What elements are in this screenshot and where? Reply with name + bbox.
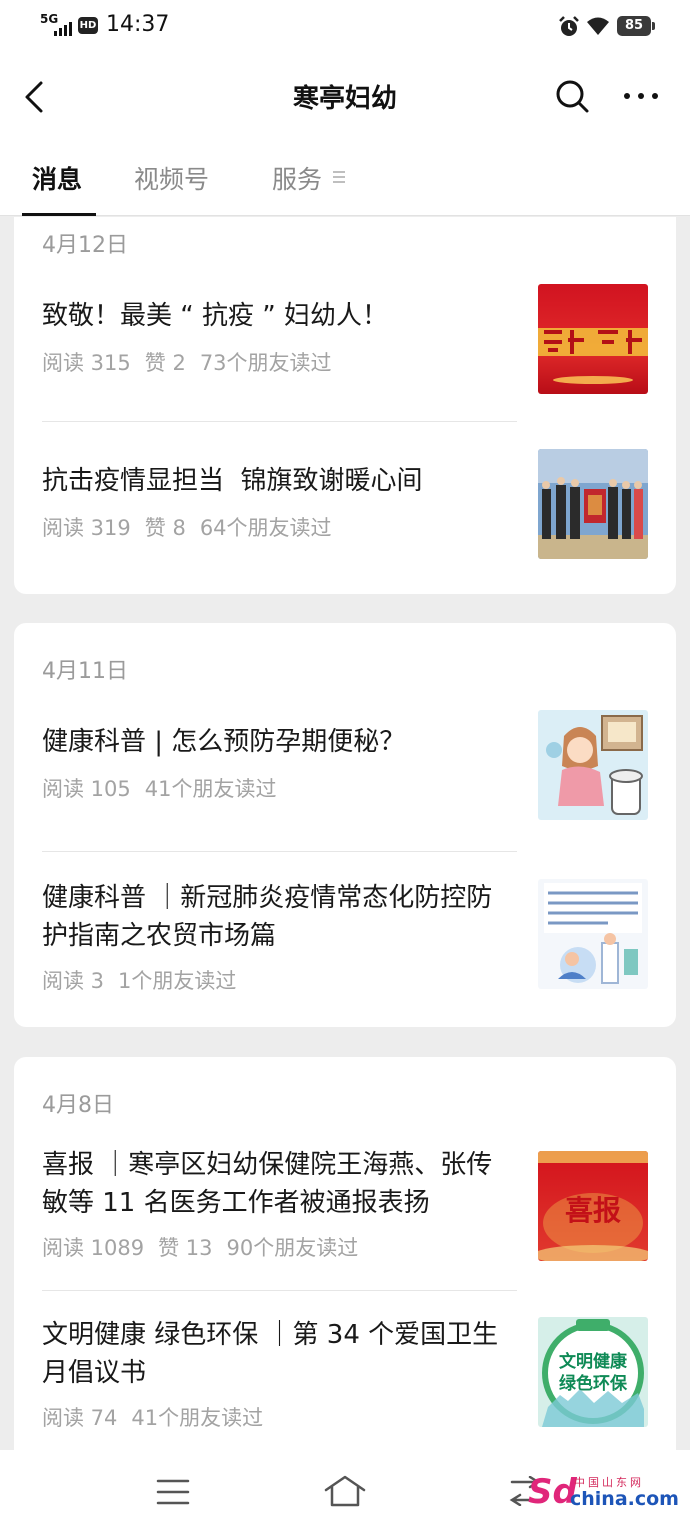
system-navigation-bar: Sd 中国山东网 china.com [0, 1450, 690, 1533]
message-card: 4月8日 喜报 ｜寒亭区妇幼保健院王海燕、张传敏等 11 名医务工作者被通报表扬… [14, 1057, 676, 1450]
read-count: 阅读 74 [42, 1406, 118, 1430]
article-meta: 阅读 105 41个朋友读过 [42, 773, 277, 803]
battery-indicator: 85 [617, 16, 655, 36]
like-count: 赞 8 [144, 516, 186, 540]
article-thumbnail [538, 710, 648, 820]
article-divider [42, 851, 517, 852]
article-item[interactable]: 文明健康 绿色环保 ｜第 34 个爱国卫生月倡议书 阅读 74 41个朋友读过 文… [14, 1311, 676, 1450]
friends-read: 41个朋友读过 [131, 1406, 264, 1430]
like-count: 赞 2 [144, 351, 186, 375]
menu-icon[interactable] [156, 1478, 190, 1506]
article-thumbnail: 喜报 [538, 1151, 648, 1261]
read-count: 阅读 315 [42, 351, 131, 375]
wifi-icon [587, 17, 609, 35]
friends-read: 64个朋友读过 [199, 516, 332, 540]
status-bar: 5G HD 14:37 85 [0, 0, 690, 56]
home-icon[interactable] [322, 1474, 368, 1508]
read-count: 阅读 1089 [42, 1236, 145, 1260]
friends-read: 73个朋友读过 [199, 351, 332, 375]
article-thumbnail [538, 284, 648, 394]
card-date: 4月12日 [42, 233, 128, 258]
active-tab-indicator [22, 213, 96, 216]
status-clock: 14:37 [106, 12, 170, 37]
read-count: 阅读 319 [42, 516, 131, 540]
friends-read: 1个朋友读过 [118, 969, 237, 993]
watermark-domain: china.com [570, 1488, 679, 1510]
article-item[interactable]: 喜报 ｜寒亭区妇幼保健院王海燕、张传敏等 11 名医务工作者被通报表扬 阅读 1… [14, 1141, 676, 1291]
friends-read: 90个朋友读过 [226, 1236, 359, 1260]
card-date: 4月8日 [42, 1093, 114, 1118]
article-title: 致敬！最美 “ 抗疫 ” 妇幼人！ [42, 301, 388, 331]
article-title: 健康科普 | 怎么预防孕期便秘？ [42, 727, 406, 757]
tab-bar: 消息 视频号 服务 [0, 138, 690, 216]
signal-strength-icon [54, 22, 72, 36]
article-thumbnail: 文明健康 绿色环保 [538, 1317, 648, 1427]
alarm-icon [559, 16, 579, 36]
more-options-icon[interactable] [622, 86, 660, 106]
article-divider [42, 421, 517, 422]
thumbnail-caption-line2: 绿色环保 [559, 1374, 627, 1394]
tab-messages[interactable]: 消息 [32, 160, 82, 196]
article-meta: 阅读 3 1个朋友读过 [42, 965, 236, 995]
message-feed[interactable]: 4月12日 致敬！最美 “ 抗疫 ” 妇幼人！ 阅读 315 赞 2 73个朋友读过… [0, 217, 690, 1450]
read-count: 阅读 105 [42, 777, 131, 801]
article-title: 健康科普 ｜新冠肺炎疫情常态化防控防护指南之农贸市场篇 [42, 883, 493, 951]
article-meta: 阅读 1089 赞 13 90个朋友读过 [42, 1232, 358, 1262]
like-count: 赞 13 [158, 1236, 213, 1260]
tab-services[interactable]: 服务 [272, 160, 322, 196]
article-item[interactable]: 抗击疫情显担当 锦旗致谢暖心间 阅读 319 赞 8 64个朋友读过 [14, 446, 676, 576]
article-meta: 阅读 74 41个朋友读过 [42, 1402, 263, 1432]
sdchina-watermark-logo: Sd 中国山东网 china.com [528, 1472, 679, 1512]
article-title: 文明健康 绿色环保 ｜第 34 个爱国卫生月倡议书 [42, 1320, 499, 1388]
hd-badge: HD [78, 17, 98, 34]
article-title: 抗击疫情显担当 锦旗致谢暖心间 [42, 466, 423, 496]
article-item[interactable]: 致敬！最美 “ 抗疫 ” 妇幼人！ 阅读 315 赞 2 73个朋友读过 [14, 281, 676, 411]
article-thumbnail [538, 449, 648, 559]
article-title: 喜报 ｜寒亭区妇幼保健院王海燕、张传敏等 11 名医务工作者被通报表扬 [42, 1150, 493, 1218]
search-icon[interactable] [554, 78, 590, 114]
article-meta: 阅读 319 赞 8 64个朋友读过 [42, 512, 332, 542]
message-card: 4月12日 致敬！最美 “ 抗疫 ” 妇幼人！ 阅读 315 赞 2 73个朋友读过… [14, 217, 676, 594]
article-meta: 阅读 315 赞 2 73个朋友读过 [42, 347, 332, 377]
tab-channels[interactable]: 视频号 [134, 160, 209, 196]
article-item[interactable]: 健康科普 ｜新冠肺炎疫情常态化防控防护指南之农贸市场篇 阅读 3 1个朋友读过 [14, 875, 676, 1015]
message-card: 4月11日 健康科普 | 怎么预防孕期便秘？ 阅读 105 41个朋友读过 健康… [14, 623, 676, 1027]
friends-read: 41个朋友读过 [144, 777, 277, 801]
navigation-bar: 寒亭妇幼 [0, 56, 690, 138]
card-date: 4月11日 [42, 659, 128, 684]
thumbnail-caption: 喜报 [564, 1194, 621, 1227]
article-thumbnail [538, 879, 648, 989]
services-menu-icon[interactable] [333, 170, 345, 184]
article-divider [42, 1290, 517, 1291]
article-item[interactable]: 健康科普 | 怎么预防孕期便秘？ 阅读 105 41个朋友读过 [14, 707, 676, 837]
read-count: 阅读 3 [42, 969, 105, 993]
